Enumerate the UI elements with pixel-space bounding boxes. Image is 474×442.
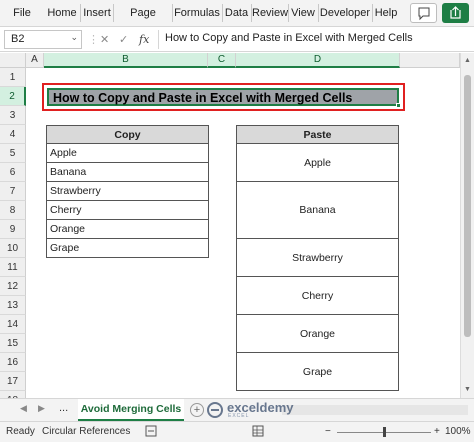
scrollbar-thumb[interactable] [464, 75, 471, 337]
comments-button[interactable] [410, 3, 437, 23]
row-header[interactable]: 8 [0, 201, 26, 220]
row-header[interactable]: 12 [0, 277, 26, 296]
sheet-tab-avoid-merging-cells[interactable]: Avoid Merging Cells [78, 399, 184, 421]
tab-review[interactable]: Review [252, 0, 288, 26]
column-header-d[interactable]: D [236, 53, 400, 68]
tab-data[interactable]: Data [223, 0, 250, 26]
copy-table: Copy Apple Banana Strawberry Cherry Oran… [46, 125, 209, 258]
zoom-in-icon[interactable]: + [434, 426, 440, 437]
normal-view-icon[interactable] [252, 425, 264, 440]
row-header[interactable]: 14 [0, 315, 26, 334]
name-box-value: B2 [11, 33, 25, 45]
table-row[interactable]: Grape [236, 352, 399, 391]
row-header[interactable]: 17 [0, 372, 26, 391]
sheet-next-icon[interactable]: ▶ [38, 403, 45, 414]
vertical-scrollbar[interactable]: ▲ ▼ [460, 53, 474, 398]
tab-developer[interactable]: Developer [319, 0, 371, 26]
tab-page-layout[interactable]: Page Layout [114, 0, 172, 45]
zoom-slider-thumb[interactable] [383, 427, 386, 437]
horizontal-scrollbar[interactable] [282, 405, 468, 415]
insert-function-icon[interactable]: fx [139, 33, 149, 46]
scroll-down-icon[interactable]: ▼ [464, 386, 471, 393]
enter-icon[interactable]: ✓ [119, 33, 128, 46]
name-box[interactable]: B2 ⌄ [4, 30, 82, 49]
table-row[interactable]: Cherry [46, 200, 209, 220]
sheet-overflow[interactable]: ... [59, 402, 68, 414]
comment-icon [418, 7, 430, 21]
row-header[interactable]: 6 [0, 163, 26, 182]
exceldemy-logo-icon [207, 402, 223, 418]
status-ready: Ready [6, 426, 35, 437]
row-header[interactable]: 10 [0, 239, 26, 258]
formula-bar: B2 ⌄ ⋮ ✕ ✓ fx How to Copy and Paste in E… [0, 27, 474, 52]
paste-table: Paste Apple Banana Strawberry Cherry Ora… [236, 125, 399, 391]
tab-insert[interactable]: Insert [81, 0, 113, 26]
scroll-up-icon[interactable]: ▲ [464, 57, 471, 64]
tab-help[interactable]: Help [373, 0, 399, 26]
table-row[interactable]: Cherry [236, 276, 399, 315]
title-merged-cell[interactable]: How to Copy and Paste in Excel with Merg… [47, 88, 399, 106]
row-header[interactable]: 1 [0, 68, 26, 87]
select-all-corner[interactable] [0, 53, 26, 68]
formula-content: How to Copy and Paste in Excel with Merg… [165, 32, 413, 44]
ribbon-tab-bar: File Home Insert Page Layout Formulas Da… [0, 0, 474, 45]
cancel-icon[interactable]: ✕ [100, 33, 109, 46]
title-text: How to Copy and Paste in Excel with Merg… [53, 91, 353, 105]
fill-handle[interactable] [396, 103, 401, 108]
row-header[interactable]: 18 [0, 391, 26, 398]
more-options-icon: ⋮ [88, 34, 99, 46]
row-header[interactable]: 4 [0, 125, 26, 144]
row-header[interactable]: 9 [0, 220, 26, 239]
table-row[interactable]: Strawberry [236, 238, 399, 277]
table-row[interactable]: Banana [46, 162, 209, 182]
tab-formulas[interactable]: Formulas [173, 0, 221, 26]
sheet-prev-icon[interactable]: ◀ [20, 403, 27, 414]
row-header[interactable]: 7 [0, 182, 26, 201]
column-header-blank [400, 53, 460, 68]
table-row[interactable]: Strawberry [46, 181, 209, 201]
row-header[interactable]: 16 [0, 353, 26, 372]
status-bar: Ready Circular References − + 100% [0, 421, 474, 442]
share-icon [450, 6, 461, 19]
table-row[interactable]: Orange [46, 219, 209, 239]
row-header[interactable]: 11 [0, 258, 26, 277]
accessibility-icon[interactable] [145, 425, 157, 440]
row-header[interactable]: 2 [0, 87, 26, 106]
table-row[interactable]: Orange [236, 314, 399, 353]
column-header-a[interactable]: A [26, 53, 44, 68]
tab-view[interactable]: View [289, 0, 317, 26]
status-circular-references[interactable]: Circular References [42, 426, 130, 437]
row-header[interactable]: 15 [0, 334, 26, 353]
table-row[interactable]: Grape [46, 238, 209, 258]
chevron-down-icon[interactable]: ⌄ [70, 32, 78, 43]
copy-header[interactable]: Copy [46, 125, 209, 144]
row-header[interactable]: 5 [0, 144, 26, 163]
worksheet-grid[interactable]: A B C D 12345678910111213141516171819 Ho… [0, 53, 460, 398]
zoom-out-icon[interactable]: − [325, 426, 331, 437]
add-sheet-button[interactable]: + [190, 403, 204, 417]
formula-input[interactable]: How to Copy and Paste in Excel with Merg… [158, 30, 470, 49]
column-header-c[interactable]: C [208, 53, 236, 68]
column-header-b[interactable]: B [44, 53, 208, 68]
paste-header[interactable]: Paste [236, 125, 399, 144]
share-button[interactable] [442, 3, 469, 23]
tab-home[interactable]: Home [44, 0, 80, 26]
row-header[interactable]: 3 [0, 106, 26, 125]
tab-file[interactable]: File [4, 0, 40, 26]
table-row[interactable]: Apple [236, 143, 399, 182]
row-header[interactable]: 13 [0, 296, 26, 315]
table-row[interactable]: Banana [236, 181, 399, 239]
zoom-level[interactable]: 100% [445, 426, 471, 437]
table-row[interactable]: Apple [46, 143, 209, 163]
